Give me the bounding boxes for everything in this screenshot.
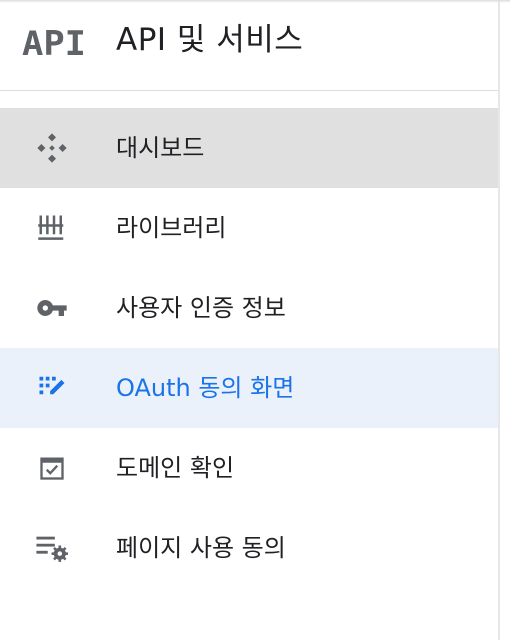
side-navigation-panel: API API 및 서비스 대시보드 라이브러리 사용자 인증 정보 OAuth… bbox=[0, 0, 498, 640]
key-icon bbox=[32, 288, 72, 328]
nav-item-dashboard[interactable]: 대시보드 bbox=[0, 108, 498, 188]
page-title: API 및 서비스 bbox=[116, 22, 304, 58]
top-shadow bbox=[0, 0, 510, 3]
nav-item-label: 대시보드 bbox=[116, 134, 205, 162]
nav-item-label: 도메인 확인 bbox=[116, 454, 235, 482]
library-icon bbox=[32, 208, 72, 248]
nav-item-domain-verification[interactable]: 도메인 확인 bbox=[0, 428, 498, 508]
nav-item-label: 라이브러리 bbox=[116, 214, 227, 242]
nav-item-page-usage-consent[interactable]: 페이지 사용 동의 bbox=[0, 508, 498, 588]
nav-item-library[interactable]: 라이브러리 bbox=[0, 188, 498, 268]
svg-text:API: API bbox=[22, 24, 86, 62]
nav-item-credentials[interactable]: 사용자 인증 정보 bbox=[0, 268, 498, 348]
panel-header: API API 및 서비스 bbox=[0, 0, 498, 91]
nav-item-oauth-consent[interactable]: OAuth 동의 화면 bbox=[0, 348, 498, 428]
nav-item-label: 사용자 인증 정보 bbox=[116, 294, 286, 322]
page-settings-icon bbox=[32, 528, 72, 568]
nav-item-label: OAuth 동의 화면 bbox=[116, 374, 295, 402]
check-box-icon bbox=[32, 448, 72, 488]
oauth-consent-icon bbox=[32, 368, 72, 408]
nav-item-label: 페이지 사용 동의 bbox=[116, 534, 286, 562]
nav-list: 대시보드 라이브러리 사용자 인증 정보 OAuth 동의 화면 도메인 확인 … bbox=[0, 108, 498, 588]
api-logo-icon: API bbox=[22, 24, 86, 62]
panel-divider bbox=[498, 0, 500, 640]
dashboard-icon bbox=[32, 128, 72, 168]
